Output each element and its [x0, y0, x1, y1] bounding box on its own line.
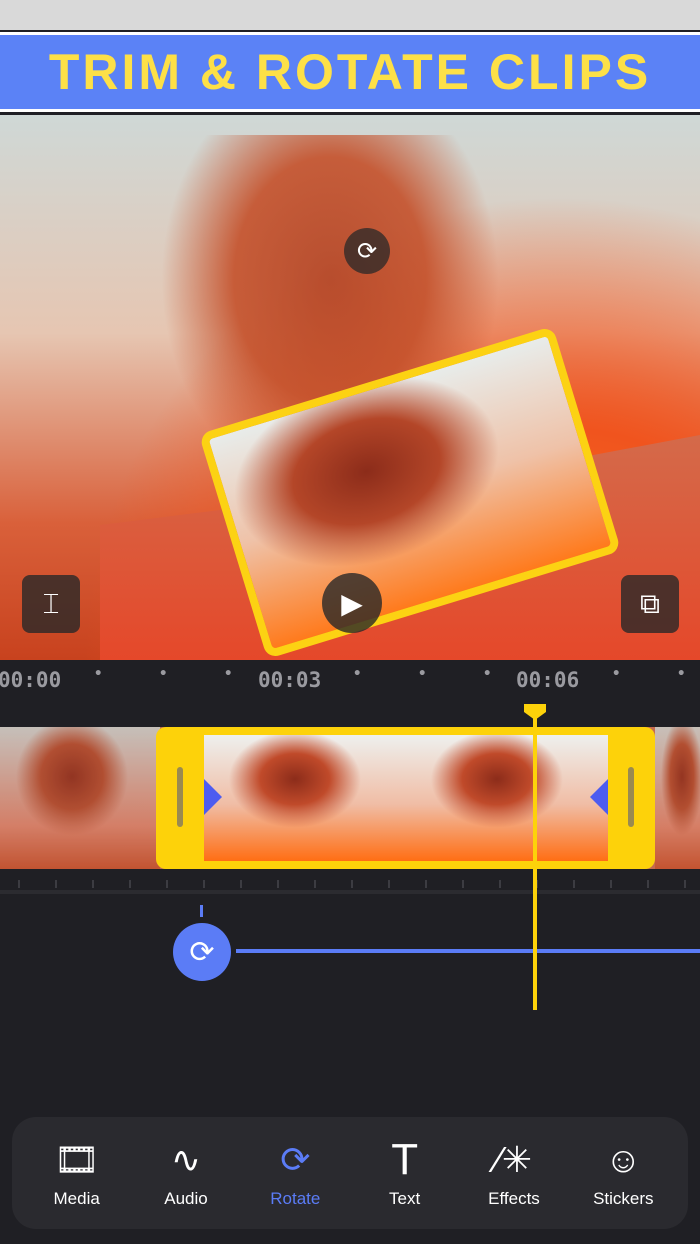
magic-wand-icon: ⁄✳	[495, 1139, 533, 1180]
banner-title: TRIM & ROTATE CLIPS	[48, 44, 652, 100]
trim-handle-right[interactable]	[628, 767, 634, 827]
trim-start-marker	[204, 779, 222, 815]
tool-effects[interactable]: ⁄✳ Effects	[464, 1137, 564, 1209]
fit-frame-button[interactable]: ⌶	[22, 575, 80, 633]
time-label: 00:00	[0, 668, 62, 692]
promo-banner: TRIM & ROTATE CLIPS	[0, 32, 700, 112]
tool-label: Effects	[488, 1189, 540, 1208]
tool-label: Media	[53, 1189, 100, 1208]
video-preview[interactable]: ⟳ ⌶ ▶ ⧉	[0, 115, 700, 660]
tool-label: Text	[389, 1189, 421, 1208]
filmstrip-frame	[204, 735, 406, 861]
playhead[interactable]	[533, 706, 537, 1010]
status-bar-area	[0, 0, 700, 30]
rotate-handle-icon[interactable]: ⟳	[344, 228, 390, 274]
filmstrip-frame	[655, 727, 700, 869]
rotate-icon: ⟳	[280, 1139, 311, 1180]
waveform-icon: ∿	[170, 1139, 202, 1180]
tool-media[interactable]: 🎞 Media	[27, 1137, 127, 1209]
tool-rotate[interactable]: ⟳ Rotate	[245, 1137, 345, 1209]
keyframe-marker	[200, 905, 203, 917]
rotate-track-line	[236, 949, 700, 953]
tool-stickers[interactable]: ☺ Stickers	[573, 1137, 673, 1209]
tool-label: Stickers	[593, 1189, 654, 1208]
play-button[interactable]: ▶	[322, 573, 382, 633]
time-ruler: 00:00 • • • 00:03 • • • 00:06 • •	[0, 666, 686, 692]
time-label: 00:06	[516, 668, 580, 692]
resize-button[interactable]: ⧉	[621, 575, 679, 633]
tool-label: Audio	[164, 1189, 208, 1208]
media-icon: 🎞	[53, 1139, 100, 1180]
filmstrip-frame	[406, 735, 608, 861]
bottom-toolbar: 🎞 Media ∿ Audio ⟳ Rotate T Text ⁄✳ Effects ☺ S…	[12, 1117, 688, 1229]
tool-text[interactable]: T Text	[355, 1137, 455, 1209]
sticker-icon: ☺	[604, 1139, 642, 1180]
tool-audio[interactable]: ∿ Audio	[136, 1137, 236, 1209]
filmstrip-frame	[0, 727, 160, 869]
trim-selection[interactable]	[156, 727, 655, 869]
trim-handle-left[interactable]	[177, 767, 183, 827]
trim-end-marker	[590, 779, 608, 815]
text-icon: T	[391, 1135, 419, 1184]
timeline-ticks	[0, 880, 700, 894]
tool-label: Rotate	[270, 1189, 321, 1208]
time-label: 00:03	[258, 668, 322, 692]
rotate-keyframe-icon[interactable]: ⟳	[173, 923, 231, 981]
